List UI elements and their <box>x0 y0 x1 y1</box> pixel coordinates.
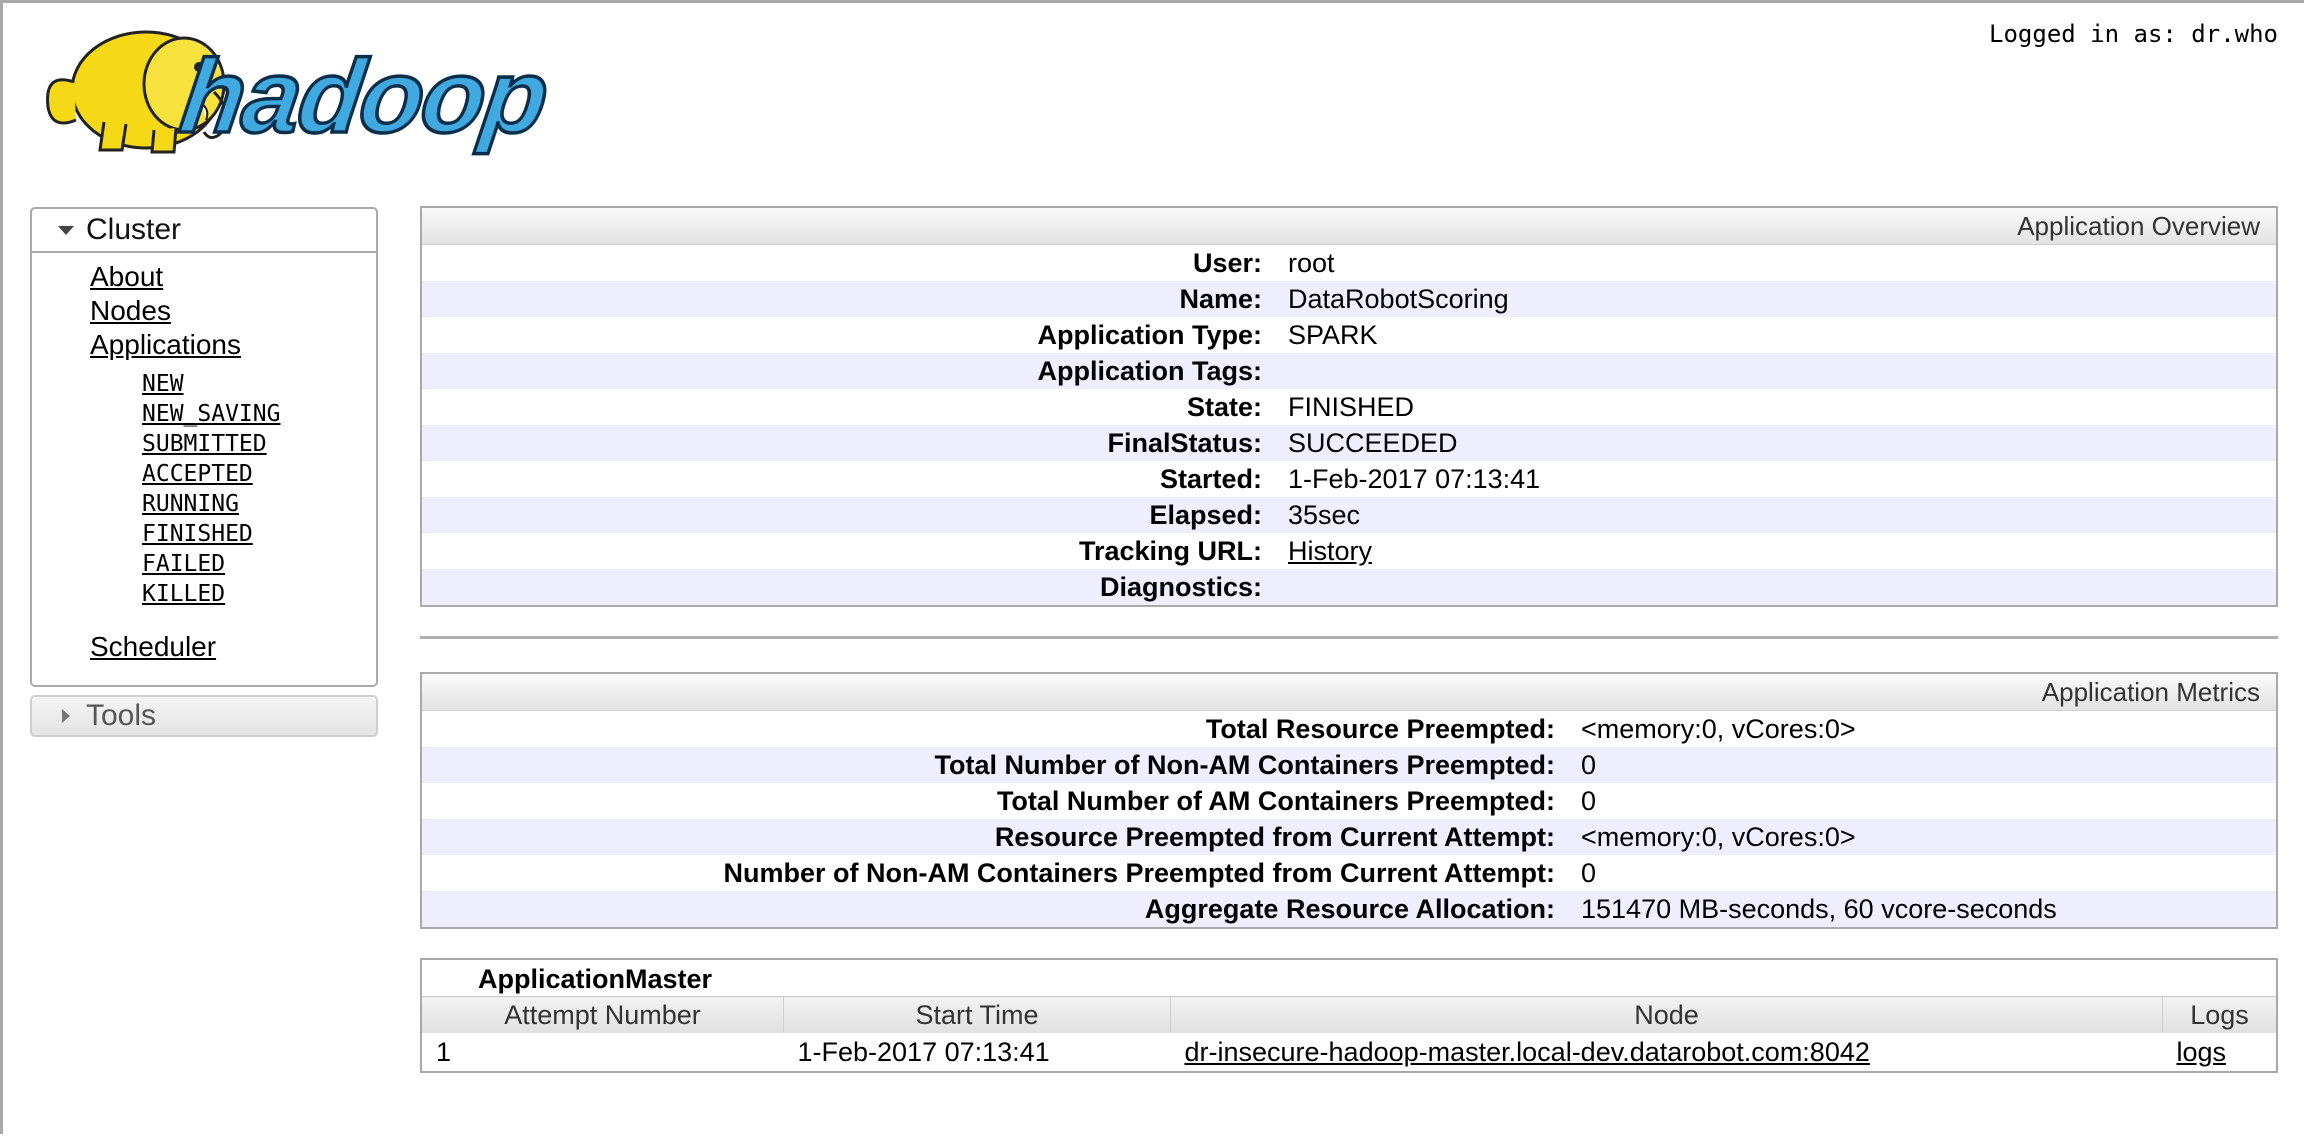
tools-label: Tools <box>86 699 157 732</box>
column-start-time[interactable]: Start Time <box>783 996 1171 1033</box>
info-value: SUCCEEDED <box>1288 427 1458 458</box>
node-link[interactable]: dr-insecure-hadoop-master.local-dev.data… <box>1185 1037 1870 1067</box>
info-value: 151470 MB-seconds, 60 vcore-seconds <box>1581 893 2057 924</box>
info-label: FinalStatus: <box>1107 427 1262 458</box>
info-row: Aggregate Resource Allocation: 151470 MB-… <box>422 891 2276 927</box>
info-label: Diagnostics: <box>1099 571 1262 602</box>
table-row: 1 1-Feb-2017 07:13:41 dr-insecure-hadoop… <box>422 1033 2276 1071</box>
application-metrics-title: Application Metrics <box>422 674 2276 711</box>
nav-scheduler[interactable]: Scheduler <box>90 631 216 663</box>
nav-app-state-accepted[interactable]: ACCEPTED <box>142 461 253 487</box>
nav-app-state-submitted[interactable]: SUBMITTED <box>142 431 267 457</box>
nav-app-state-killed[interactable]: KILLED <box>142 581 225 607</box>
info-value: FINISHED <box>1288 391 1415 422</box>
info-row: Started: 1-Feb-2017 07:13:41 <box>422 461 2276 497</box>
overview-rows: User: root Name: DataRobotScoring Applicatio… <box>422 245 2276 605</box>
expand-down-icon <box>58 225 74 235</box>
nav-applications[interactable]: Applications <box>90 329 241 361</box>
nav-app-state-new-saving[interactable]: NEW_SAVING <box>142 401 280 427</box>
info-label: State: <box>1186 391 1262 422</box>
node-cell: dr-insecure-hadoop-master.local-dev.data… <box>1171 1033 2163 1071</box>
info-label: Started: <box>1159 463 1262 494</box>
cluster-section: Cluster About Nodes Applications NEW NEW… <box>30 207 378 687</box>
attempt-number-cell: 1 <box>436 1036 452 1067</box>
info-row: Diagnostics: <box>422 569 2276 605</box>
application-master-panel: ApplicationMaster Attempt Number Start T… <box>420 958 2278 1073</box>
nav-app-state-new[interactable]: NEW <box>142 371 184 397</box>
info-row: Number of Non-AM Containers Preempted fr… <box>422 855 2276 891</box>
sidebar: Cluster About Nodes Applications NEW NEW… <box>30 207 378 737</box>
info-value: 0 <box>1581 857 1597 888</box>
nav-app-state-finished[interactable]: FINISHED <box>142 521 253 547</box>
info-label: Number of Non-AM Containers Preempted fr… <box>723 857 1555 888</box>
info-label: Application Type: <box>1037 319 1262 350</box>
info-label: Resource Preempted from Current Attempt: <box>994 821 1555 852</box>
info-row: Name: DataRobotScoring <box>422 281 2276 317</box>
column-node[interactable]: Node <box>1170 996 2163 1033</box>
info-label: Name: <box>1179 283 1262 314</box>
info-label: Tracking URL: <box>1078 535 1262 566</box>
info-value: 1-Feb-2017 07:13:41 <box>1288 463 1541 494</box>
info-row: Total Number of AM Containers Preempted:… <box>422 783 2276 819</box>
application-master-title: ApplicationMaster <box>478 964 713 994</box>
info-label: Application Tags: <box>1037 355 1262 386</box>
info-row: Total Number of Non-AM Containers Preemp… <box>422 747 2276 783</box>
info-value: 35sec <box>1288 499 1361 530</box>
info-row: Tracking URL: History <box>422 533 2276 569</box>
info-label: Elapsed: <box>1149 499 1262 530</box>
application-metrics-panel: Application Metrics Total Resource Preem… <box>420 672 2278 929</box>
info-row: Elapsed: 35sec <box>422 497 2276 533</box>
info-value: <memory:0, vCores:0> <box>1581 821 1856 852</box>
application-overview-title: Application Overview <box>422 208 2276 245</box>
tools-section[interactable]: Tools <box>30 695 378 737</box>
info-value: History <box>1288 536 1372 567</box>
application-master-table: Attempt Number Start Time Node Logs 1 1-… <box>422 996 2276 1071</box>
tracking-url-link[interactable]: History <box>1288 536 1372 566</box>
start-time-cell: 1-Feb-2017 07:13:41 <box>797 1036 1050 1067</box>
nav-nodes[interactable]: Nodes <box>90 295 171 327</box>
info-value: DataRobotScoring <box>1288 283 1509 314</box>
info-row: Resource Preempted from Current Attempt:… <box>422 819 2276 855</box>
cluster-header[interactable]: Cluster <box>32 209 376 253</box>
info-value: 0 <box>1581 749 1597 780</box>
info-label: Aggregate Resource Allocation: <box>1144 893 1555 924</box>
info-label: User: <box>1192 247 1262 278</box>
info-label: Total Number of AM Containers Preempted: <box>996 785 1555 816</box>
metrics-rows: Total Resource Preempted: <memory:0, vCor… <box>422 711 2276 927</box>
column-logs[interactable]: Logs <box>2162 996 2276 1033</box>
info-label: Total Number of Non-AM Containers Preemp… <box>934 749 1555 780</box>
application-overview-panel: Application Overview User: root Name: DataR… <box>420 206 2278 607</box>
info-row: User: root <box>422 245 2276 281</box>
info-row: State: FINISHED <box>422 389 2276 425</box>
logged-in-user: Logged in as: dr.who <box>1989 20 2278 48</box>
table-header-row: Attempt Number Start Time Node Logs <box>422 996 2276 1033</box>
nav-app-state-failed[interactable]: FAILED <box>142 551 225 577</box>
section-divider <box>420 636 2278 639</box>
info-value: SPARK <box>1288 319 1378 350</box>
column-attempt-number[interactable]: Attempt Number <box>422 996 784 1033</box>
info-row: Application Tags: <box>422 353 2276 389</box>
nav-app-state-running[interactable]: RUNNING <box>142 491 239 517</box>
info-row: Total Resource Preempted: <memory:0, vCor… <box>422 711 2276 747</box>
info-row: Application Type: SPARK <box>422 317 2276 353</box>
nav-about[interactable]: About <box>90 261 163 293</box>
info-value: 0 <box>1581 785 1597 816</box>
hadoop-wordmark: hadoop <box>174 38 554 154</box>
hadoop-logo: hadoop <box>46 30 555 157</box>
info-row: FinalStatus: SUCCEEDED <box>422 425 2276 461</box>
logs-link[interactable]: logs <box>2177 1037 2227 1067</box>
expand-right-icon <box>62 709 70 723</box>
cluster-label: Cluster <box>86 213 182 246</box>
info-label: Total Resource Preempted: <box>1205 713 1555 744</box>
info-value: root <box>1288 247 1335 278</box>
logs-cell: logs <box>2163 1033 2277 1071</box>
info-value: <memory:0, vCores:0> <box>1581 713 1856 744</box>
